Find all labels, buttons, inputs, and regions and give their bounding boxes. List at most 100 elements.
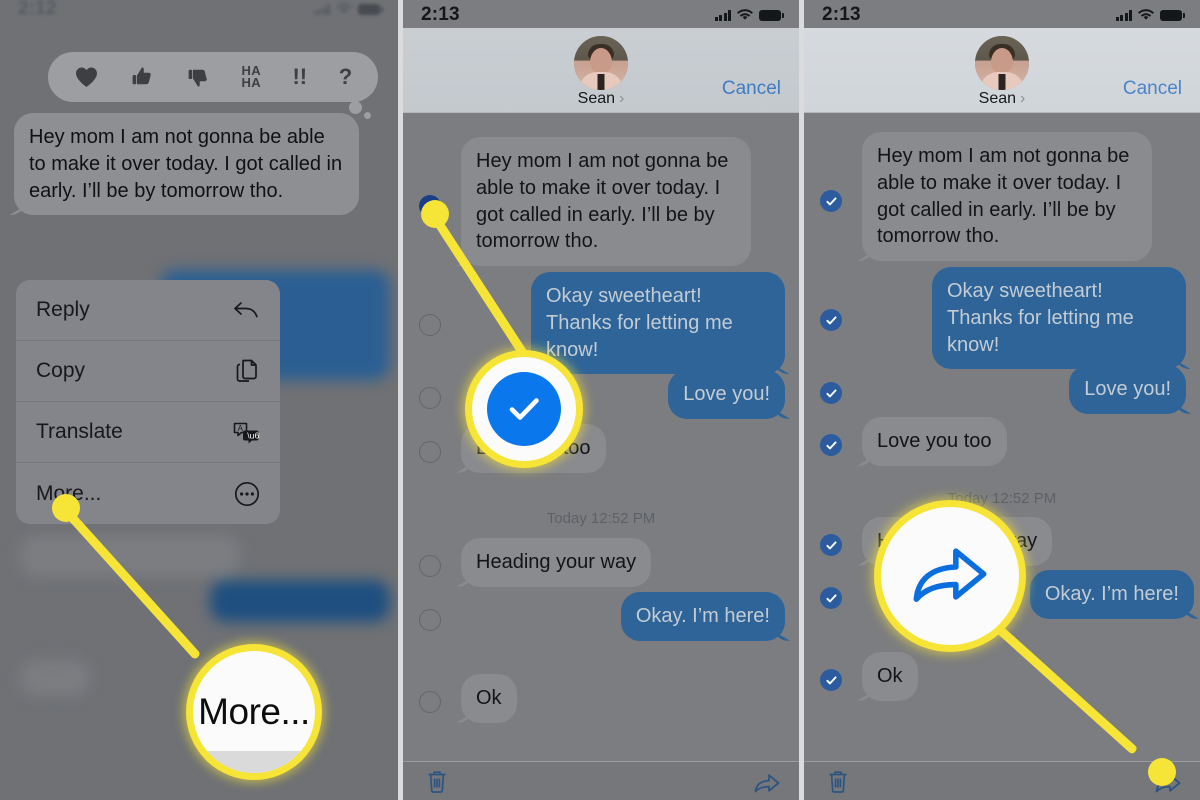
callout-shade (193, 751, 315, 773)
message-row[interactable]: Hey mom I am not gonna be able to make i… (804, 132, 1200, 262)
selection-checkbox-checked[interactable] (820, 434, 842, 456)
nav-header: Sean › Cancel (403, 28, 799, 113)
message-row[interactable]: Love you too (403, 424, 799, 473)
status-bar: 2:13 (804, 0, 1200, 30)
message-row[interactable]: Okay. I’m here! (403, 592, 799, 641)
status-time: 2:13 (822, 4, 861, 25)
timestamp-separator: Today 12:52 PM (947, 490, 1057, 507)
panel-3-all-selected: 2:13 Sean › Cancel Hey mom I am not gonn… (804, 0, 1200, 800)
context-menu-item-label: Copy (36, 359, 86, 382)
heart-icon[interactable] (74, 66, 99, 88)
trash-icon[interactable] (826, 768, 850, 799)
message-row[interactable]: Hey mom I am not gonna be able to make i… (403, 137, 799, 267)
focused-message-bubble[interactable]: Hey mom I am not gonna be able to make i… (14, 113, 359, 216)
translate-icon: A\u6587 (232, 420, 260, 444)
timestamp-separator: Today 12:52 PM (546, 510, 656, 527)
contact-name-label: Sean (577, 90, 616, 107)
callout-forward (874, 500, 1026, 652)
status-bar: 2:12 (0, 0, 398, 24)
contact-name[interactable]: Sean › (979, 90, 1026, 108)
contact-name[interactable]: Sean › (578, 90, 625, 108)
context-menu-item-translate[interactable]: Translate A\u6587 (16, 402, 280, 463)
selection-checkbox-empty[interactable] (419, 314, 441, 336)
forward-arrow-icon[interactable] (753, 772, 781, 799)
message-row[interactable]: Heading your way (403, 538, 799, 587)
haha-icon[interactable]: HA HA (242, 64, 261, 90)
message-row[interactable]: Okay sweetheart! Thanks for letting me k… (403, 272, 799, 375)
blue-check-circle-icon (487, 372, 561, 446)
trash-icon[interactable] (425, 768, 449, 799)
message-bubble[interactable]: Okay sweetheart! Thanks for letting me k… (531, 272, 785, 375)
battery-icon (759, 9, 784, 21)
chevron-right-icon: › (1020, 90, 1026, 107)
forward-arrow-icon (909, 541, 991, 612)
contact-name-label: Sean (978, 90, 1017, 107)
message-row[interactable]: Love you! (403, 370, 799, 419)
reply-arrow-icon (232, 298, 260, 322)
tapback-tail-small (364, 112, 371, 119)
selection-checkbox-empty[interactable] (419, 441, 441, 463)
svg-text:\u6587: \u6587 (247, 431, 260, 441)
message-row[interactable]: Love you too (804, 417, 1200, 466)
screenshot-stage: 2:12 HA HA !! ? Hey mom I am not gonna b… (0, 0, 1200, 800)
selection-checkbox-empty[interactable] (419, 691, 441, 713)
cancel-button[interactable]: Cancel (1123, 78, 1182, 100)
message-bubble[interactable]: Okay. I’m here! (1029, 570, 1194, 619)
message-bubble[interactable]: Love you! (668, 370, 785, 419)
exclamation-icon[interactable]: !! (292, 66, 307, 88)
thumbs-down-icon[interactable] (186, 65, 210, 89)
avatar[interactable] (975, 36, 1029, 90)
status-bar: 2:13 (403, 0, 799, 30)
callout-checkbox (465, 350, 583, 468)
tapback-reaction-bar[interactable]: HA HA !! ? (48, 52, 378, 102)
message-bubble[interactable]: Heading your way (461, 538, 652, 587)
message-row[interactable]: Okay sweetheart! Thanks for letting me k… (804, 267, 1200, 370)
battery-icon (1160, 9, 1185, 21)
selection-checkbox-checked[interactable] (820, 534, 842, 556)
message-row[interactable]: Ok (403, 674, 799, 723)
callout-more: More... (186, 644, 322, 780)
selection-checkbox-checked[interactable] (820, 669, 842, 691)
panel-2-select-messages: 2:13 Sean › Cancel Hey mom I am not gonn… (403, 0, 799, 800)
message-bubble[interactable]: Hey mom I am not gonna be able to make i… (461, 137, 751, 267)
wifi-icon (737, 9, 753, 21)
message-row[interactable]: Ok (804, 652, 1200, 701)
panel-1-context-menu: 2:12 HA HA !! ? Hey mom I am not gonna b… (0, 0, 398, 800)
selection-checkbox-checked[interactable] (820, 309, 842, 331)
selection-toolbar (403, 761, 799, 800)
context-menu-item-reply[interactable]: Reply (16, 280, 280, 341)
message-row[interactable]: Love you! (804, 365, 1200, 414)
message-bubble[interactable]: Okay. I’m here! (620, 592, 785, 641)
cancel-button[interactable]: Cancel (722, 78, 781, 100)
avatar[interactable] (574, 36, 628, 90)
message-bubble[interactable]: Love you! (1069, 365, 1186, 414)
nav-header: Sean › Cancel (804, 28, 1200, 113)
context-menu-item-label: Translate (36, 420, 123, 443)
callout-label: More... (198, 691, 310, 732)
thumbs-up-icon[interactable] (130, 65, 154, 89)
wifi-icon (1138, 9, 1154, 21)
battery-icon (358, 3, 383, 15)
selection-checkbox-checked[interactable] (820, 382, 842, 404)
selection-checkbox-checked[interactable] (820, 190, 842, 212)
selection-toolbar (804, 761, 1200, 800)
question-icon[interactable]: ? (339, 66, 352, 88)
status-indicators (313, 3, 383, 15)
context-menu-item-copy[interactable]: Copy (16, 341, 280, 402)
wifi-icon (336, 3, 352, 15)
selection-checkbox-empty[interactable] (419, 609, 441, 631)
message-bubble[interactable]: Ok (862, 652, 918, 701)
message-bubble[interactable]: Okay sweetheart! Thanks for letting me k… (932, 267, 1186, 370)
selection-checkbox-checked[interactable] (820, 587, 842, 609)
message-list: Hey mom I am not gonna be able to make i… (403, 112, 799, 800)
message-bubble[interactable]: Ok (461, 674, 517, 723)
message-bubble[interactable]: Love you too (862, 417, 1007, 466)
cellular-bars-icon (714, 9, 731, 21)
status-indicators (1115, 9, 1185, 21)
selection-checkbox-empty[interactable] (419, 555, 441, 577)
annotation-anchor-dot (1148, 758, 1176, 786)
message-bubble[interactable]: Hey mom I am not gonna be able to make i… (862, 132, 1152, 262)
selection-checkbox-empty[interactable] (419, 387, 441, 409)
status-time: 2:13 (421, 4, 460, 25)
status-time: 2:12 (18, 0, 57, 19)
